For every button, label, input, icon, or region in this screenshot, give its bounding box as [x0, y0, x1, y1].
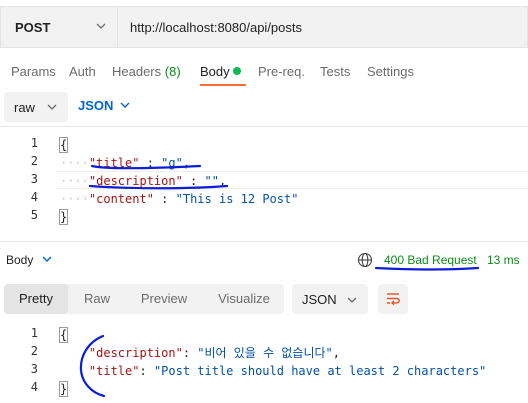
tab-body[interactable]: Body — [200, 64, 241, 79]
json-value: "" — [204, 174, 219, 188]
line-number: 4 — [30, 190, 38, 204]
json-sep: : — [139, 364, 154, 378]
close-brace: } — [58, 209, 69, 225]
code-line: "title": "Post title should have at leas… — [60, 362, 486, 380]
open-brace: { — [58, 137, 69, 153]
line-number: 1 — [30, 326, 38, 340]
response-view-tabs: Pretty Raw Preview Visualize — [4, 284, 284, 314]
line-number: 3 — [30, 362, 38, 376]
tab-pretty[interactable]: Pretty — [4, 284, 68, 314]
language-select[interactable]: JSON — [78, 98, 131, 113]
code-line: ····"content" : "This is 12 Post" — [60, 192, 299, 206]
method-select[interactable]: POST — [0, 6, 118, 48]
response-time[interactable]: 13 ms — [487, 253, 520, 267]
json-trail: , — [332, 346, 340, 360]
chevron-down-icon — [347, 297, 357, 303]
chevron-down-icon — [42, 256, 52, 262]
tab-body-label: Body — [200, 64, 230, 79]
json-trail: , — [218, 174, 227, 188]
line-number: 2 — [30, 154, 38, 168]
url-input[interactable]: http://localhost:8080/api/posts — [118, 6, 528, 48]
wrap-lines-icon — [387, 293, 400, 306]
json-sep: : — [182, 174, 205, 188]
code-line: ····"title" : "g", — [60, 156, 191, 170]
tab-settings[interactable]: Settings — [367, 64, 414, 79]
json-key: "description" — [88, 346, 183, 360]
json-key: "content" — [88, 192, 154, 206]
line-number: 1 — [30, 136, 38, 150]
json-key: "title" — [88, 364, 140, 378]
open-brace: { — [58, 327, 69, 343]
code-line: { — [58, 136, 69, 154]
chevron-down-icon — [96, 23, 106, 29]
json-key: "description" — [88, 174, 183, 188]
tab-tests[interactable]: Tests — [320, 64, 350, 79]
code-line: "description": "비어 있을 수 없습니다", — [60, 344, 340, 362]
response-body-toggle[interactable]: Body — [6, 253, 53, 267]
code-line: ····"description" : "", — [60, 174, 227, 188]
body-mode-label: raw — [14, 99, 35, 115]
tab-visualize[interactable]: Visualize — [204, 284, 284, 314]
tab-headers-label: Headers — [112, 64, 162, 79]
tab-preview[interactable]: Preview — [126, 284, 202, 314]
json-sep: : — [139, 156, 162, 170]
dot-indicator-icon — [232, 67, 241, 75]
code-line: { — [58, 326, 69, 344]
language-label: JSON — [78, 98, 114, 113]
tab-prereq[interactable]: Pre-req. — [258, 64, 305, 79]
wrap-lines-button[interactable] — [378, 284, 408, 314]
tab-raw[interactable]: Raw — [70, 284, 124, 314]
json-value: "This is 12 Post" — [175, 192, 299, 206]
tab-params[interactable]: Params — [11, 64, 56, 79]
response-format-label: JSON — [302, 291, 337, 307]
json-sep: : — [182, 346, 198, 360]
line-number: 4 — [30, 380, 38, 394]
tab-auth[interactable]: Auth — [69, 64, 96, 79]
body-mode-select[interactable]: raw — [4, 92, 68, 122]
response-format-select[interactable]: JSON — [292, 284, 368, 314]
request-url-bar: POST http://localhost:8080/api/posts — [0, 6, 528, 48]
line-number: 3 — [30, 172, 38, 186]
code-line: } — [58, 208, 69, 226]
body-type-row: raw JSON — [0, 92, 528, 122]
json-trail: , — [182, 156, 191, 170]
json-value: "Post title should have at least 2 chara… — [153, 364, 487, 378]
request-tabs: Params Auth Headers (8) Body Pre-req. Te… — [0, 56, 528, 88]
json-sep: : — [153, 192, 176, 206]
response-header: Body 400 Bad Request 13 ms — [0, 250, 528, 272]
headers-count: (8) — [164, 64, 181, 79]
tab-headers[interactable]: Headers (8) — [112, 64, 181, 79]
json-value: "비어 있을 수 없습니다" — [197, 346, 333, 360]
line-number: 2 — [30, 344, 38, 358]
divider — [0, 126, 528, 127]
divider — [0, 241, 528, 242]
method-label: POST — [15, 19, 51, 35]
json-key: "title" — [88, 156, 140, 170]
active-tab-underline — [200, 84, 246, 86]
globe-icon[interactable] — [357, 252, 373, 268]
status-badge[interactable]: 400 Bad Request — [384, 253, 477, 267]
json-value: "g" — [161, 156, 183, 170]
code-line: } — [58, 380, 69, 398]
chevron-down-icon — [120, 102, 130, 108]
chevron-down-icon — [47, 104, 57, 110]
response-label: Body — [6, 253, 34, 267]
url-text: http://localhost:8080/api/posts — [130, 19, 303, 35]
line-number: 5 — [30, 208, 38, 222]
close-brace: } — [58, 381, 69, 397]
